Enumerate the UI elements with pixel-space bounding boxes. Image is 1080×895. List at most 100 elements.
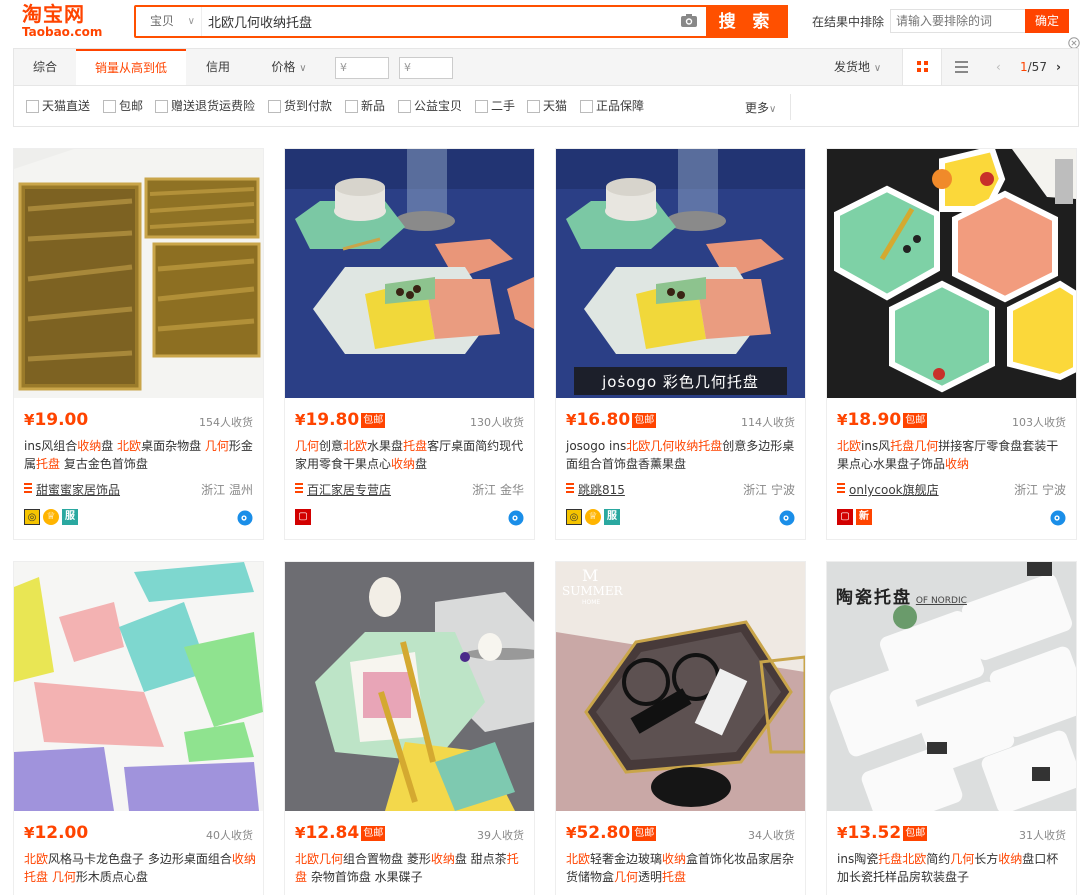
product-card[interactable]: ¥19.00 154人收货 ins风组合收纳盘 北欧桌面杂物盘 几何形金属托盘 … xyxy=(13,148,264,540)
product-image[interactable] xyxy=(827,149,1076,398)
more-filters-label: 更多 xyxy=(745,101,770,115)
product-title[interactable]: 北欧几何组合置物盘 菱形收纳盘 甜点茶托盘 杂物首饰盘 水果碟子 xyxy=(295,850,527,886)
wangwang-chat-icon[interactable] xyxy=(1050,510,1066,526)
price-min-input[interactable]: ¥ xyxy=(335,57,389,79)
brand-mark: M xyxy=(582,566,599,585)
price-value: 52.80 xyxy=(576,823,631,843)
tab-sales-desc[interactable]: 销量从高到低 xyxy=(76,49,186,85)
filter-second-hand[interactable]: 二手 xyxy=(475,99,515,115)
filter-charity[interactable]: 公益宝贝 xyxy=(398,99,462,115)
more-filters-link[interactable]: 更多∨ xyxy=(745,99,776,116)
shop-link[interactable]: 甜蜜蜜家居饰品 xyxy=(24,481,120,498)
currency-symbol: ¥ xyxy=(837,824,848,842)
search-button[interactable]: 搜 索 xyxy=(706,5,788,38)
search-scope-select[interactable]: 宝贝 ∨ xyxy=(136,7,202,36)
price-max-input[interactable]: ¥ xyxy=(399,57,453,79)
exclude-confirm-button[interactable]: 确定 xyxy=(1025,9,1069,33)
filter-cod[interactable]: 货到付款 xyxy=(268,99,332,115)
filter-free-shipping[interactable]: 包邮 xyxy=(103,99,143,115)
wangwang-chat-icon[interactable] xyxy=(508,510,524,526)
product-title[interactable]: josogo ins北欧几何收纳托盘创意多边形桌面组合首饰盘香薰果盘 xyxy=(566,437,798,473)
currency-symbol: ¥ xyxy=(295,411,306,429)
wangwang-chat-icon[interactable] xyxy=(779,510,795,526)
mini-pager: ‹ 1/57 › xyxy=(986,49,1078,85)
product-card[interactable]: ¥19.80 包邮 130人收货 几何创意北欧水果盘托盘客厅桌面简约现代家用零食干… xyxy=(284,148,535,540)
exclude-label: 在结果中排除 xyxy=(812,15,885,29)
title-keyword-highlight: 北欧 xyxy=(24,852,49,866)
product-title[interactable]: 几何创意北欧水果盘托盘客厅桌面简约现代家用零食干果点心收纳盘 xyxy=(295,437,527,473)
product-title[interactable]: ins陶瓷托盘北欧简约几何长方收纳盘口杯加长瓷托样品房软装盘子 xyxy=(837,850,1069,886)
new-product-icon[interactable]: 新 xyxy=(856,509,872,525)
shop-link[interactable]: 跳跳815 xyxy=(566,481,625,498)
product-image[interactable]: joṡogo 彩色几何托盘 xyxy=(556,149,805,398)
product-card[interactable]: 陶瓷托盘 OF NORDIC ¥13.52 包邮 31人收货 ins陶瓷托盘北欧简… xyxy=(826,561,1077,895)
taobao-logo[interactable]: 淘宝网 Taobao.com xyxy=(22,3,112,41)
currency-symbol: ¥ xyxy=(295,824,306,842)
filter-genuine[interactable]: 正品保障 xyxy=(580,99,644,115)
title-text: 盘 xyxy=(415,457,428,471)
product-title[interactable]: ins风组合收纳盘 北欧桌面杂物盘 几何形金属托盘 复古金色首饰盘 xyxy=(24,437,256,473)
logo-en: Taobao.com xyxy=(22,25,103,39)
product-image[interactable] xyxy=(14,149,263,398)
tab-price[interactable]: 价格 ∨ xyxy=(252,49,326,85)
tmall-icon[interactable]: ▢ xyxy=(837,509,853,525)
grid-view-button[interactable] xyxy=(902,49,942,85)
title-text: 桌面杂物盘 xyxy=(141,439,205,453)
prev-page-icon[interactable]: ‹ xyxy=(996,49,1001,85)
product-image[interactable]: M SUMMER HOME xyxy=(556,562,805,811)
title-text: 杂物首饰盘 水果碟子 xyxy=(307,870,423,884)
free-shipping-badge: 包邮 xyxy=(361,826,386,841)
image-caption-sub: OF NORDIC xyxy=(915,596,967,606)
tab-credit[interactable]: 信用 xyxy=(190,49,246,85)
product-card[interactable]: ¥12.00 40人收货 北欧风格马卡龙色盘子 多边形桌面组合收纳托盘 几何形木… xyxy=(13,561,264,895)
gold-seller-icon[interactable]: ◎ xyxy=(24,509,40,525)
search-box: 宝贝 ∨ 搜 索 xyxy=(134,5,788,38)
title-text: 轻奢金边玻璃 xyxy=(590,852,663,866)
product-image[interactable] xyxy=(285,149,534,398)
list-view-button[interactable] xyxy=(942,49,982,85)
shop-link[interactable]: onlycook旗舰店 xyxy=(837,481,939,498)
filter-tmall[interactable]: 天猫 xyxy=(527,99,567,115)
product-title[interactable]: 北欧ins风托盘几何拼接客厅零食盘套装干果点心水果盘子饰品收纳 xyxy=(837,437,1069,473)
search-scope-label: 宝贝 xyxy=(150,14,175,28)
service-icon[interactable]: 服 xyxy=(62,509,78,525)
price-value: 18.90 xyxy=(847,410,902,430)
product-card[interactable]: ¥12.84 包邮 39人收货 北欧几何组合置物盘 菱形收纳盘 甜点茶托盘 杂物首… xyxy=(284,561,535,895)
search-input[interactable] xyxy=(208,7,668,36)
camera-icon[interactable] xyxy=(680,13,698,28)
tab-comprehensive[interactable]: 综合 xyxy=(14,49,76,85)
product-card[interactable]: joṡogo 彩色几何托盘 ¥16.80 包邮 114人收货 josogo ins… xyxy=(555,148,806,540)
title-keyword-highlight: 托盘 xyxy=(403,439,428,453)
shop-icon xyxy=(837,483,845,493)
tmall-icon[interactable]: ▢ xyxy=(295,509,311,525)
service-icon[interactable]: 服 xyxy=(604,509,620,525)
price-value: 19.00 xyxy=(34,410,89,430)
price-value: 12.84 xyxy=(305,823,360,843)
filter-return-insurance[interactable]: 赠送退货运费险 xyxy=(155,99,255,115)
title-keyword-highlight: 北欧 xyxy=(117,439,142,453)
product-title[interactable]: 北欧轻奢金边玻璃收纳盒首饰化妆品家居杂货储物盒几何透明托盘 xyxy=(566,850,798,886)
exclude-input[interactable] xyxy=(890,9,1026,33)
ship-from-dropdown[interactable]: 发货地 ∨ xyxy=(834,49,881,85)
product-title[interactable]: 北欧风格马卡龙色盘子 多边形桌面组合收纳托盘 几何形木质点心盘 xyxy=(24,850,256,886)
product-card[interactable]: M SUMMER HOME ¥52.80 包邮 34人收货 北欧轻奢金边玻璃收纳盒… xyxy=(555,561,806,895)
title-keyword-highlight: 几何 xyxy=(295,439,320,453)
product-image[interactable] xyxy=(14,562,263,811)
product-card[interactable]: ¥18.90 包邮 103人收货 北欧ins风托盘几何拼接客厅零食盘套装干果点心水… xyxy=(826,148,1077,540)
filter-new[interactable]: 新品 xyxy=(345,99,385,115)
filter-tmall-direct[interactable]: 天猫直送 xyxy=(26,99,90,115)
wangwang-chat-icon[interactable] xyxy=(237,510,253,526)
free-shipping-badge: 包邮 xyxy=(632,826,657,841)
product-sales: 34人收货 xyxy=(748,829,795,842)
product-image[interactable]: 陶瓷托盘 OF NORDIC xyxy=(827,562,1076,811)
product-sales: 31人收货 xyxy=(1019,829,1066,842)
crown-icon[interactable]: ♕ xyxy=(43,509,59,525)
gold-seller-icon[interactable]: ◎ xyxy=(566,509,582,525)
shop-link[interactable]: 百汇家居专营店 xyxy=(295,481,391,498)
chevron-down-icon: ∨ xyxy=(873,63,882,74)
product-image[interactable] xyxy=(285,562,534,811)
crown-icon[interactable]: ♕ xyxy=(585,509,601,525)
product-sales: 39人收货 xyxy=(477,829,524,842)
next-page-icon[interactable]: › xyxy=(1056,49,1061,85)
page-indicator: 1/57 xyxy=(1020,49,1047,85)
